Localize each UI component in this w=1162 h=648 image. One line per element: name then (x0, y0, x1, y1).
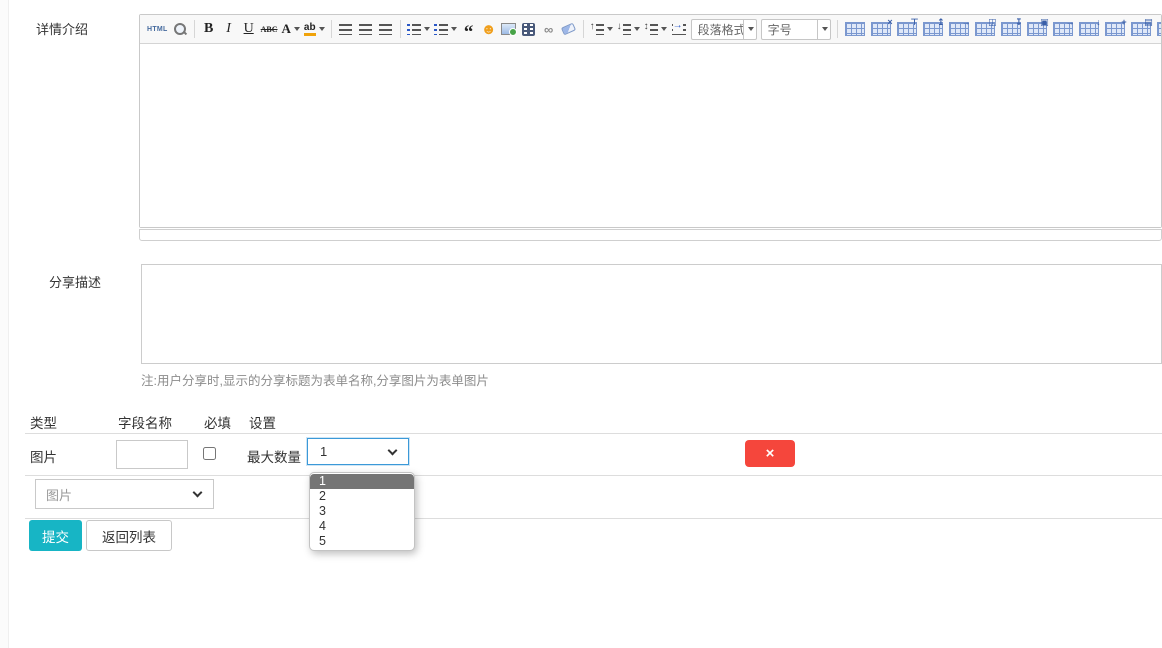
add-field-type-select[interactable]: 图片 (35, 479, 214, 509)
insert-media-icon[interactable] (519, 18, 539, 40)
dropdown-option[interactable]: 5 (310, 534, 414, 549)
dropdown-option[interactable]: 2 (310, 489, 414, 504)
dropdown-option[interactable]: 4 (310, 519, 414, 534)
preview-icon[interactable] (170, 18, 190, 40)
chevron-down-icon (743, 20, 756, 39)
insert-image-icon[interactable] (499, 18, 519, 40)
cell-properties-icon[interactable]: ↥ (923, 22, 943, 36)
align-right-icon[interactable] (376, 18, 396, 40)
editor-toolbar: HTML B I U ABC A ab “ ☻ ∞ 段落格式 字号 (140, 15, 1161, 44)
column-insert-right-icon[interactable]: → (1053, 22, 1073, 36)
editor-content-area[interactable] (140, 44, 1161, 227)
column-insert-icon[interactable]: ◫ (975, 22, 995, 36)
caret-icon (424, 27, 430, 31)
margin-bottom-icon[interactable] (615, 18, 642, 40)
underline-icon[interactable]: U (239, 18, 259, 40)
field-name-input[interactable] (116, 440, 188, 469)
share-note-text: 注:用户分享时,显示的分享标题为表单名称,分享图片为表单图片 (141, 370, 489, 389)
margin-top-icon[interactable] (588, 18, 615, 40)
page-left-edge (0, 0, 9, 648)
unordered-list-icon[interactable] (432, 18, 459, 40)
column-header-settings: 设置 (249, 412, 276, 432)
share-desc-label: 分享描述 (49, 272, 101, 291)
row-insert-icon[interactable]: → (949, 22, 969, 36)
column-header-type: 类型 (30, 412, 57, 432)
dropdown-option[interactable]: 3 (310, 504, 414, 519)
emoji-icon[interactable]: ☻ (479, 18, 499, 40)
max-count-select[interactable]: 1 (307, 438, 409, 465)
caret-icon (634, 27, 640, 31)
strikethrough-icon[interactable]: ABC (259, 18, 280, 40)
align-center-icon[interactable] (356, 18, 376, 40)
table-properties-icon[interactable]: ⊤ (897, 22, 917, 36)
table-header-divider (25, 433, 1162, 434)
caret-icon (607, 27, 613, 31)
table-delete-icon[interactable]: × (871, 22, 891, 36)
caret-icon (294, 27, 300, 31)
editor-resize-bar[interactable] (139, 229, 1162, 241)
caret-icon (319, 27, 325, 31)
back-to-list-button[interactable]: 返回列表 (86, 520, 172, 551)
row-insert-below-icon[interactable]: ↓ (1079, 22, 1099, 36)
blockquote-icon[interactable]: “ (459, 18, 479, 40)
dropdown-option[interactable]: 1 (310, 474, 414, 489)
column-header-required: 必填 (204, 412, 231, 432)
table-bottom-divider (25, 518, 1162, 519)
bold-icon[interactable]: B (199, 18, 219, 40)
table-row-divider (25, 475, 1162, 476)
font-size-select[interactable]: 字号 (761, 19, 831, 40)
column-properties-icon[interactable]: ▥ (1157, 22, 1161, 36)
cell-merge-icon[interactable]: ▣ (1027, 22, 1047, 36)
submit-button[interactable]: 提交 (29, 520, 82, 551)
column-header-field-name: 字段名称 (118, 412, 172, 432)
chevron-down-icon (193, 488, 203, 498)
row-properties-icon[interactable]: ▤ (1131, 22, 1151, 36)
remove-format-icon[interactable] (559, 18, 579, 40)
toolbar-separator (400, 20, 401, 38)
html-source-icon[interactable]: HTML (145, 18, 170, 40)
rich-text-editor: HTML B I U ABC A ab “ ☻ ∞ 段落格式 字号 (139, 14, 1162, 228)
delete-row-button[interactable]: × (745, 440, 795, 467)
max-count-dropdown-list: 1 2 3 4 5 (309, 472, 415, 551)
indent-icon[interactable] (669, 18, 689, 40)
line-height-icon[interactable] (642, 18, 669, 40)
caret-icon (661, 27, 667, 31)
ordered-list-icon[interactable] (405, 18, 432, 40)
toolbar-separator (837, 20, 838, 38)
italic-icon[interactable]: I (219, 18, 239, 40)
toolbar-separator (331, 20, 332, 38)
chevron-down-icon (388, 445, 398, 455)
align-left-icon[interactable] (336, 18, 356, 40)
toolbar-separator (583, 20, 584, 38)
paragraph-format-select[interactable]: 段落格式 (691, 19, 757, 40)
max-count-label: 最大数量 (247, 446, 301, 466)
insert-link-icon[interactable]: ∞ (539, 18, 559, 40)
font-color-icon[interactable]: A (280, 18, 302, 40)
chevron-down-icon (817, 20, 830, 39)
table-insert-icon[interactable] (845, 22, 865, 36)
cell-split-icon[interactable]: + (1105, 22, 1125, 36)
field-type-cell: 图片 (30, 446, 57, 466)
detail-intro-label: 详情介绍 (36, 19, 88, 38)
required-checkbox[interactable] (203, 447, 216, 460)
toolbar-separator (194, 20, 195, 38)
share-desc-textarea[interactable] (141, 264, 1162, 364)
highlight-color-icon[interactable]: ab (302, 18, 327, 40)
caret-icon (451, 27, 457, 31)
row-delete-icon[interactable]: ↧ (1001, 22, 1021, 36)
